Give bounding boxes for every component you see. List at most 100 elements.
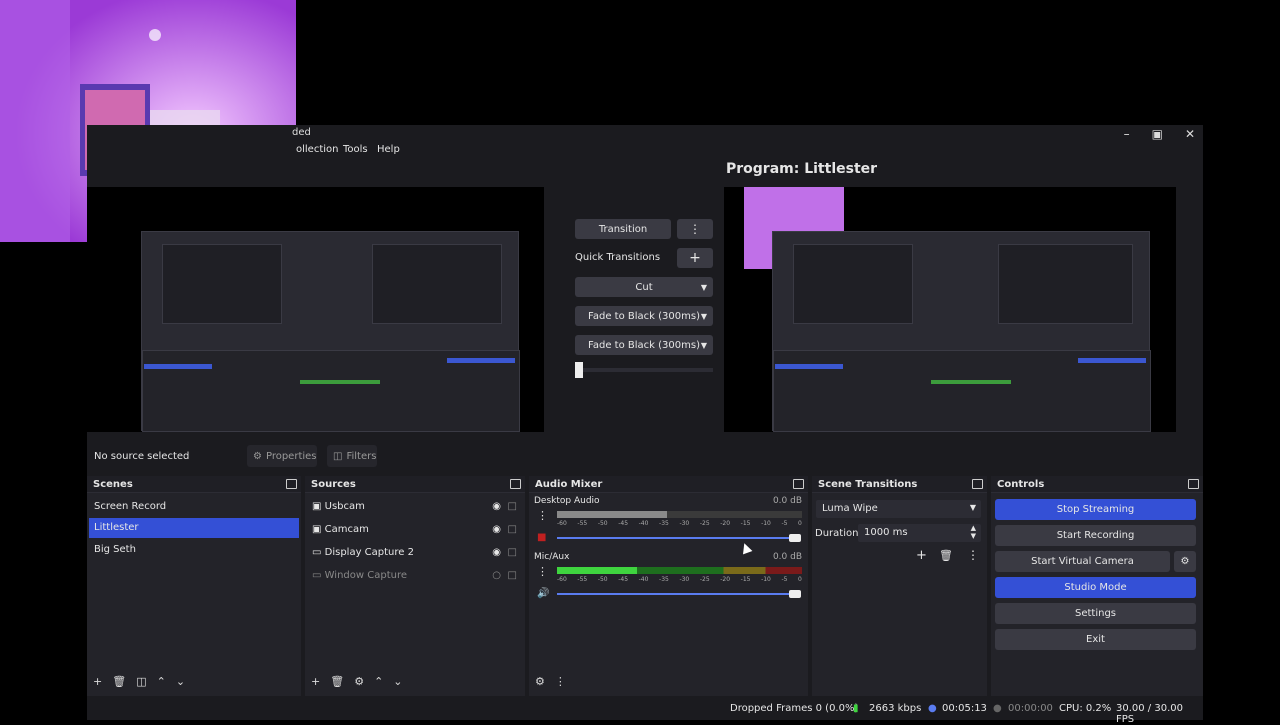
undock-icon[interactable] [1188,479,1199,489]
fade-to-black-button-1[interactable]: Fade to Black (300ms) ▼ [575,306,713,326]
chevron-down-icon: ▼ [969,503,976,512]
mic-aux-db: 0.0 dB [772,552,802,562]
fade-to-black-button-2[interactable]: Fade to Black (300ms) ▼ [575,335,713,355]
scenes-footer: + 🗑 ◫ ⌃ ⌄ [93,675,185,688]
dropped-frames: Dropped Frames 0 (0.0%) [730,703,859,714]
source-item[interactable]: ▣ Camcam ◉ □ [307,520,523,540]
undock-icon[interactable] [793,479,804,489]
gear-icon[interactable]: ⚙ [1174,551,1196,572]
controls-dock: Controls Stop Streaming Start Recording … [991,476,1203,696]
eye-icon[interactable]: ◉ [492,501,501,512]
cpu-usage: CPU: 0.2% [1059,703,1112,714]
scene-item[interactable]: Screen Record [89,497,299,517]
scene-item-selected[interactable]: Littlester [89,518,299,538]
source-item[interactable]: ▭ Window Capture ○ □ [307,566,523,586]
gear-icon[interactable]: ⚙ [354,675,364,688]
arrow-down-icon[interactable]: ⌄ [393,675,402,688]
transition-button[interactable]: Transition [575,219,671,239]
eye-icon[interactable]: ◉ [492,547,501,558]
quick-transitions-label: Quick Transitions [575,252,661,263]
program-canvas [724,187,1176,432]
menu-tools[interactable]: Tools [343,144,368,155]
desktop-audio-more-icon[interactable]: ⋮ [537,509,548,522]
camera-icon: ▣ [312,501,322,512]
transition-select[interactable]: Luma Wipe ▼ [816,500,981,518]
trash-icon[interactable]: 🗑 [330,675,344,688]
chevron-down-icon: ▼ [700,311,707,321]
scenes-dock: Scenes Screen Record Littlester Big Seth… [87,476,301,696]
spin-icon[interactable]: ▲ ▼ [971,524,976,540]
scene-transitions-title: Scene Transitions [812,476,987,493]
arrow-down-icon[interactable]: ⌄ [176,675,185,688]
exit-button[interactable]: Exit [995,629,1196,650]
trash-icon[interactable]: 🗑 [112,675,126,688]
t-bar-track[interactable] [575,368,713,372]
gear-icon[interactable]: ⚙ [535,675,545,688]
menu-help[interactable]: Help [377,144,400,155]
add-icon[interactable]: + [916,548,927,563]
desktop-audio-muted-icon[interactable]: ■ [537,532,546,543]
menu-scene-collection[interactable]: ollection [296,144,338,155]
mic-aux-scale: -60 -55 -50 -45 -40 -35 -30 -25 -20 -15 -10 -5 0 [557,576,802,583]
desktop-audio-volume-slider[interactable] [557,537,797,539]
scene-item[interactable]: Big Seth [89,540,299,560]
trash-icon[interactable]: 🗑 [939,549,953,562]
mic-aux-volume-handle[interactable] [789,590,801,598]
chevron-down-icon: ▼ [700,282,707,292]
fade-label-1: Fade to Black (300ms) [588,310,700,322]
cut-label: Cut [635,281,653,293]
sources-footer: + 🗑 ⚙ ⌃ ⌄ [311,675,403,688]
desktop-audio-label: Desktop Audio [534,496,600,506]
arrow-up-icon[interactable]: ⌃ [374,675,383,688]
speaker-icon[interactable]: 🔊 [537,588,549,599]
more-icon[interactable]: ⋮ [555,675,566,688]
fade-label-2: Fade to Black (300ms) [588,339,700,351]
lock-icon[interactable]: □ [508,501,517,512]
undock-icon[interactable] [972,479,983,489]
streaming-icon: ● [928,703,937,714]
source-toolbar: No source selected ⚙ Properties ◫ Filter… [87,442,1203,470]
studio-mode-button[interactable]: Studio Mode [995,577,1196,598]
chevron-down-icon: ▼ [700,340,707,350]
undock-icon[interactable] [286,479,297,489]
desktop-audio-volume-handle[interactable] [789,534,801,542]
settings-button[interactable]: Settings [995,603,1196,624]
more-icon[interactable]: ⋮ [967,548,979,562]
camera-icon: ▣ [312,524,322,535]
desktop-audio-meter [557,511,802,518]
close-icon[interactable]: ✕ [1185,127,1195,141]
mic-aux-more-icon[interactable]: ⋮ [537,565,548,578]
mic-aux-volume-slider[interactable] [557,593,797,595]
lock-icon[interactable]: □ [508,524,517,535]
eye-icon[interactable]: ◉ [492,524,501,535]
t-bar-handle[interactable] [575,362,583,378]
filters-label: Filters [346,450,377,462]
undock-icon[interactable] [510,479,521,489]
filters-button[interactable]: ◫ Filters [327,445,377,467]
add-icon[interactable]: + [311,675,320,688]
add-quick-transition-icon[interactable]: + [677,248,713,268]
stop-streaming-button[interactable]: Stop Streaming [995,499,1196,520]
start-recording-button[interactable]: Start Recording [995,525,1196,546]
maximize-icon[interactable]: ▣ [1152,127,1163,141]
arrow-up-icon[interactable]: ⌃ [157,675,166,688]
cut-button[interactable]: Cut ▼ [575,277,713,297]
gear-icon: ⚙ [253,450,262,462]
desktop-audio-scale: -60 -55 -50 -45 -40 -35 -30 -25 -20 -15 -10 -5 0 [557,520,802,527]
source-item[interactable]: ▭ Display Capture 2 ◉ □ [307,543,523,563]
duration-input[interactable]: 1000 ms ▲ ▼ [858,524,981,542]
properties-button[interactable]: ⚙ Properties [247,445,317,467]
source-item[interactable]: ▣ Usbcam ◉ □ [307,497,523,517]
preview-canvas[interactable] [87,187,544,432]
start-virtual-camera-button[interactable]: Start Virtual Camera [995,551,1170,572]
lock-icon[interactable]: □ [508,547,517,558]
lock-icon[interactable]: □ [508,570,517,581]
transition-more-icon[interactable]: ⋮ [677,219,713,239]
eye-hidden-icon[interactable]: ○ [492,570,501,581]
filter-icon[interactable]: ◫ [136,675,146,688]
obs-window: ded – ▣ ✕ ollection Tools Help Transitio… [87,125,1203,725]
menu-bar: ollection Tools Help [87,143,1203,159]
add-icon[interactable]: + [93,675,102,688]
stream-time: 00:05:13 [942,703,987,714]
minimize-icon[interactable]: – [1124,127,1130,141]
